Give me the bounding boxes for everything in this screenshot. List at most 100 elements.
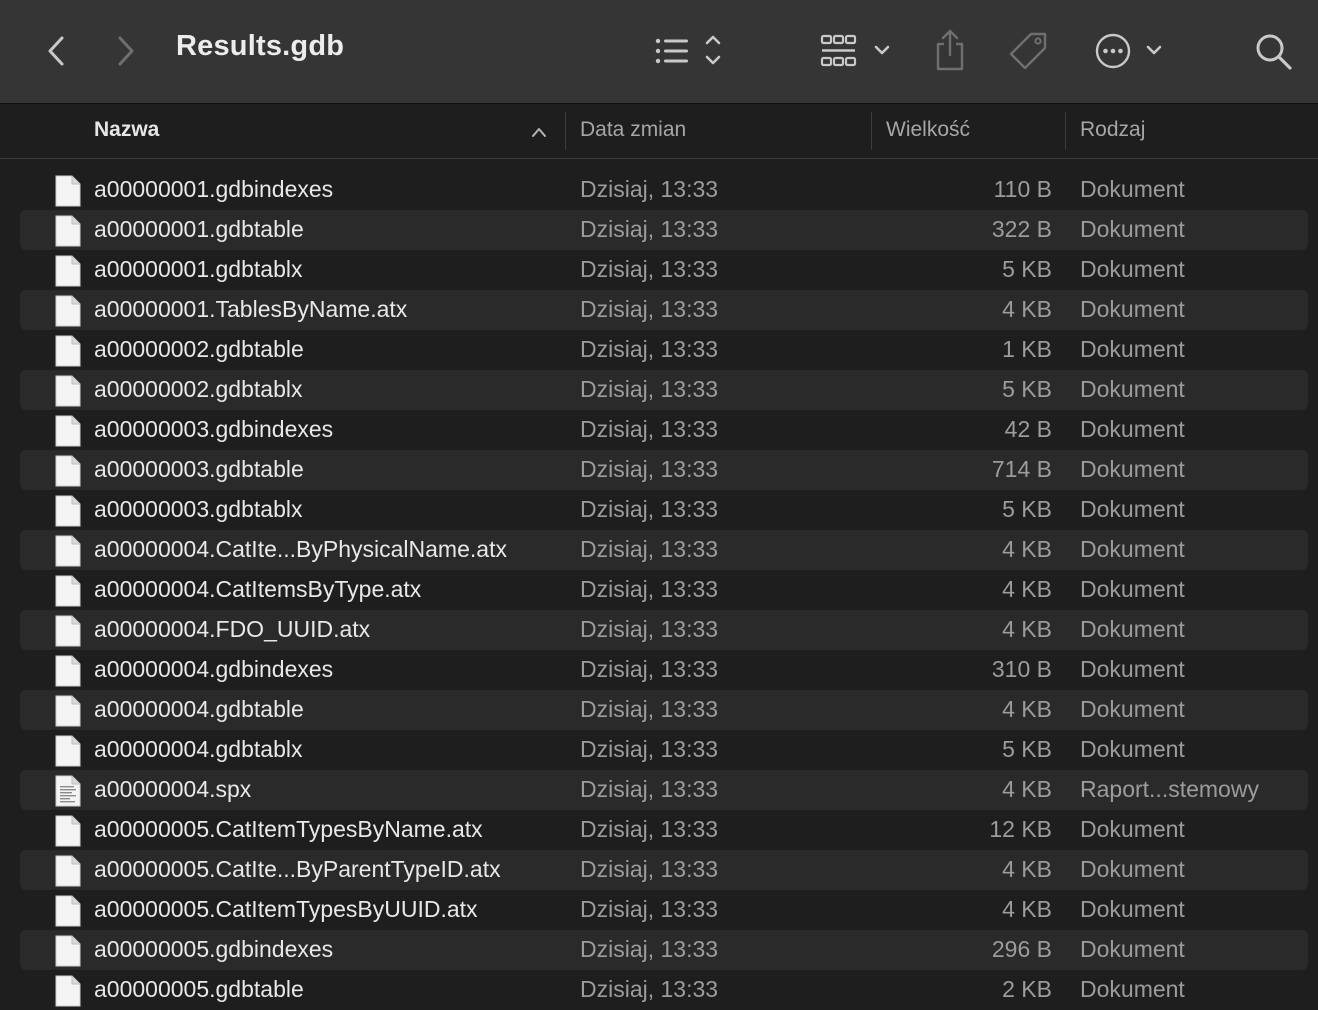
file-name: a00000004.CatItemsByType.atx: [94, 576, 422, 602]
column-divider[interactable]: [1065, 112, 1066, 150]
file-row[interactable]: a00000001.gdbindexes Dzisiaj, 13:33 110 B D…: [0, 170, 1318, 210]
sort-ascending-icon[interactable]: [530, 126, 548, 138]
file-name: a00000004.gdbtable: [94, 696, 304, 722]
file-date: Dzisiaj, 13:33: [580, 816, 719, 842]
view-list-button[interactable]: [650, 30, 730, 72]
file-size: 4 KB: [1002, 896, 1052, 922]
column-name-header[interactable]: Nazwa: [94, 118, 159, 142]
column-kind-header[interactable]: Rodzaj: [1080, 118, 1145, 142]
file-kind: Dokument: [1080, 856, 1185, 882]
search-icon: [1256, 34, 1292, 70]
column-date-header[interactable]: Data zmian: [580, 118, 686, 142]
file-kind: Raport...stemowy: [1080, 776, 1259, 802]
document-icon: [55, 695, 81, 732]
file-row[interactable]: a00000004.gdbtable Dzisiaj, 13:33 4 KB Doku…: [0, 690, 1318, 730]
file-name: a00000005.CatItemTypesByName.atx: [94, 816, 483, 842]
document-icon: [55, 895, 81, 932]
tag-button[interactable]: [1006, 30, 1052, 74]
chevron-left-icon: [48, 36, 64, 66]
file-date: Dzisiaj, 13:33: [580, 936, 719, 962]
file-size: 4 KB: [1002, 616, 1052, 642]
file-row[interactable]: a00000002.gdbtablx Dzisiaj, 13:33 5 KB Doku…: [0, 370, 1318, 410]
file-row[interactable]: a00000004.FDO_UUID.atx Dzisiaj, 13:33 4 KB…: [0, 610, 1318, 650]
file-size: 4 KB: [1002, 296, 1052, 322]
list-view-icon: [655, 35, 721, 65]
file-row[interactable]: a00000004.gdbtablx Dzisiaj, 13:33 5 KB Doku…: [0, 730, 1318, 770]
file-kind: Dokument: [1080, 216, 1185, 242]
file-name: a00000004.FDO_UUID.atx: [94, 616, 371, 642]
file-row[interactable]: a00000001.gdbtablx Dzisiaj, 13:33 5 KB Doku…: [0, 250, 1318, 290]
column-divider[interactable]: [565, 112, 566, 150]
file-name: a00000002.gdbtable: [94, 336, 304, 362]
document-icon: [55, 655, 81, 692]
file-size: 42 B: [1004, 416, 1052, 442]
file-kind: Dokument: [1080, 536, 1185, 562]
file-kind: Dokument: [1080, 976, 1185, 1002]
file-kind: Dokument: [1080, 496, 1185, 522]
file-size: 5 KB: [1002, 496, 1052, 522]
document-icon: [55, 215, 81, 252]
column-size-header[interactable]: Wielkość: [886, 118, 970, 142]
file-name: a00000003.gdbtablx: [94, 496, 303, 522]
file-date: Dzisiaj, 13:33: [580, 176, 719, 202]
file-name: a00000005.gdbindexes: [94, 936, 334, 962]
file-name: a00000003.gdbindexes: [94, 416, 334, 442]
file-date: Dzisiaj, 13:33: [580, 696, 719, 722]
file-name: a00000005.CatIte...ByParentTypeID.atx: [94, 856, 501, 882]
file-row[interactable]: a00000002.gdbtable Dzisiaj, 13:33 1 KB Doku…: [0, 330, 1318, 370]
document-icon: [55, 495, 81, 532]
document-icon: [55, 175, 81, 212]
file-row[interactable]: a00000004.CatIte...ByPhysicalName.atx Dzi…: [0, 530, 1318, 570]
file-size: 4 KB: [1002, 776, 1052, 802]
search-button[interactable]: [1252, 30, 1296, 74]
file-row[interactable]: a00000005.CatItemTypesByUUID.atx Dzisiaj,…: [0, 890, 1318, 930]
file-size: 5 KB: [1002, 376, 1052, 402]
file-list: a00000001.gdbindexes Dzisiaj, 13:33 110 B D…: [0, 170, 1318, 1010]
group-by-button[interactable]: [818, 30, 896, 72]
file-name: a00000005.CatItemTypesByUUID.atx: [94, 896, 478, 922]
file-name: a00000001.gdbtablx: [94, 256, 303, 282]
forward-button[interactable]: [106, 30, 146, 72]
document-icon: [55, 455, 81, 492]
file-name: a00000003.gdbtable: [94, 456, 304, 482]
document-icon: [55, 935, 81, 972]
file-size: 310 B: [991, 656, 1052, 682]
file-row[interactable]: a00000005.CatIte...ByParentTypeID.atx Dzi…: [0, 850, 1318, 890]
file-size: 5 KB: [1002, 256, 1052, 282]
file-size: 4 KB: [1002, 576, 1052, 602]
file-row[interactable]: a00000004.CatItemsByType.atx Dzisiaj, 13:…: [0, 570, 1318, 610]
file-date: Dzisiaj, 13:33: [580, 856, 719, 882]
document-icon: [55, 855, 81, 892]
document-icon: [55, 735, 81, 772]
document-icon: [55, 295, 81, 332]
document-icon: [55, 415, 81, 452]
file-row[interactable]: a00000004.spx Dzisiaj, 13:33 4 KB Raport...…: [0, 770, 1318, 810]
file-row[interactable]: a00000001.TablesByName.atx Dzisiaj, 13:33…: [0, 290, 1318, 330]
file-row[interactable]: a00000003.gdbindexes Dzisiaj, 13:33 42 B Do…: [0, 410, 1318, 450]
file-row[interactable]: a00000003.gdbtablx Dzisiaj, 13:33 5 KB Doku…: [0, 490, 1318, 530]
file-date: Dzisiaj, 13:33: [580, 416, 719, 442]
file-date: Dzisiaj, 13:33: [580, 296, 719, 322]
file-name: a00000002.gdbtablx: [94, 376, 303, 402]
more-actions-button[interactable]: [1092, 30, 1168, 72]
document-icon: [55, 255, 81, 292]
file-size: 1 KB: [1002, 336, 1052, 362]
column-divider[interactable]: [871, 112, 872, 150]
file-date: Dzisiaj, 13:33: [580, 496, 719, 522]
file-kind: Dokument: [1080, 296, 1185, 322]
file-kind: Dokument: [1080, 616, 1185, 642]
back-button[interactable]: [36, 30, 76, 72]
file-kind: Dokument: [1080, 736, 1185, 762]
file-row[interactable]: a00000005.gdbindexes Dzisiaj, 13:33 296 B D…: [0, 930, 1318, 970]
file-row[interactable]: a00000005.CatItemTypesByName.atx Dzisiaj,…: [0, 810, 1318, 850]
report-file-icon: [55, 775, 81, 812]
file-row[interactable]: a00000005.gdbtable Dzisiaj, 13:33 2 KB Doku…: [0, 970, 1318, 1010]
file-name: a00000004.CatIte...ByPhysicalName.atx: [94, 536, 507, 562]
file-size: 2 KB: [1002, 976, 1052, 1002]
chevron-right-icon: [118, 36, 134, 66]
share-button[interactable]: [930, 26, 970, 74]
file-row[interactable]: a00000001.gdbtable Dzisiaj, 13:33 322 B Dok…: [0, 210, 1318, 250]
file-date: Dzisiaj, 13:33: [580, 896, 719, 922]
file-row[interactable]: a00000003.gdbtable Dzisiaj, 13:33 714 B Dok…: [0, 450, 1318, 490]
file-row[interactable]: a00000004.gdbindexes Dzisiaj, 13:33 310 B D…: [0, 650, 1318, 690]
